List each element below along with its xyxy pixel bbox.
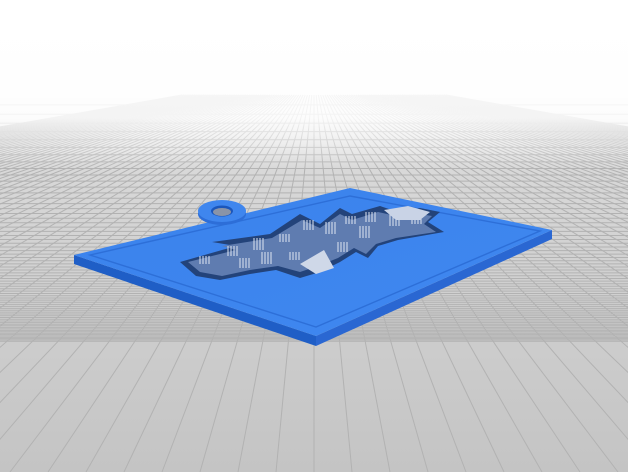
keyring-lug xyxy=(198,200,246,225)
render-viewport xyxy=(0,0,628,473)
scene-svg xyxy=(0,0,628,473)
